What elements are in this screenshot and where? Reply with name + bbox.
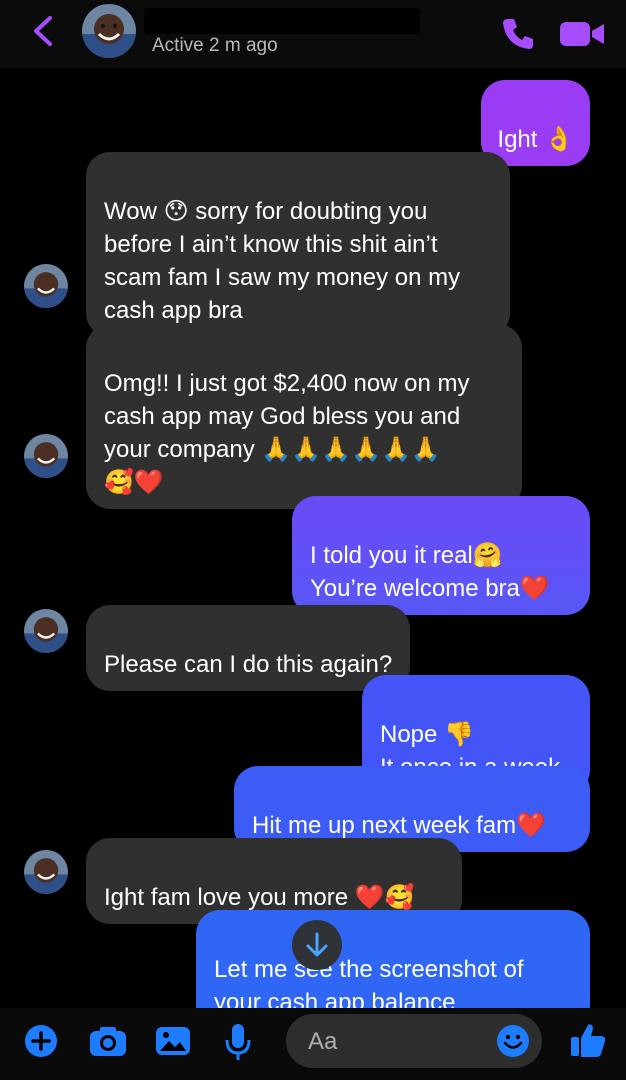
message-text: Please can I do this again? [104,651,393,678]
message-text: Wow 😯 sorry for doubting you before I ai… [104,198,461,324]
back-chevron-icon[interactable] [28,14,60,48]
redacted-contact-name [144,8,420,34]
message-composer: Aa [0,1008,626,1080]
message-bubble-sent[interactable]: I told you it real🤗 You’re welcome bra❤️ [292,496,590,615]
video-call-icon[interactable] [558,17,606,51]
message-text: Hit me up next week fam❤️ [252,812,546,839]
message-input[interactable]: Aa [286,1014,542,1068]
scroll-to-bottom-button[interactable] [292,920,342,970]
message-bubble-received[interactable]: Omg!! I just got $2,400 now on my cash a… [86,324,522,509]
active-status: Active 2 m ago [152,35,278,56]
message-text: I told you it real🤗 You’re welcome bra❤️ [310,542,550,602]
message-text: Omg!! I just got $2,400 now on my cash a… [104,370,470,496]
contact-avatar[interactable] [82,4,136,58]
message-bubble-received[interactable]: Wow 😯 sorry for doubting you before I ai… [86,152,510,337]
sender-avatar[interactable] [24,850,68,894]
plus-icon[interactable] [24,1024,58,1058]
message-thread[interactable]: Ight 👌 Wow 😯 sorry for doubting you befo… [0,68,626,1029]
message-text: Let me see the screenshot of your cash a… [214,956,524,1016]
phone-call-icon[interactable] [498,14,538,54]
sender-avatar[interactable] [24,264,68,308]
message-bubble-sent[interactable]: Ight 👌 [481,80,590,166]
message-text: Ight fam love you more ❤️🥰 [104,884,415,911]
emoji-icon[interactable] [496,1024,530,1058]
conversation-header: Active 2 m ago [0,0,626,68]
sender-avatar[interactable] [24,434,68,478]
sender-avatar[interactable] [24,609,68,653]
camera-icon[interactable] [88,1024,128,1058]
arrow-down-icon [306,932,328,957]
gallery-icon[interactable] [154,1024,192,1058]
message-text: Ight 👌 [497,126,574,153]
message-input-placeholder: Aa [308,1028,338,1055]
microphone-icon[interactable] [224,1022,252,1062]
thumbs-up-icon[interactable] [568,1020,608,1060]
message-bubble-received[interactable]: Please can I do this again? [86,605,411,691]
